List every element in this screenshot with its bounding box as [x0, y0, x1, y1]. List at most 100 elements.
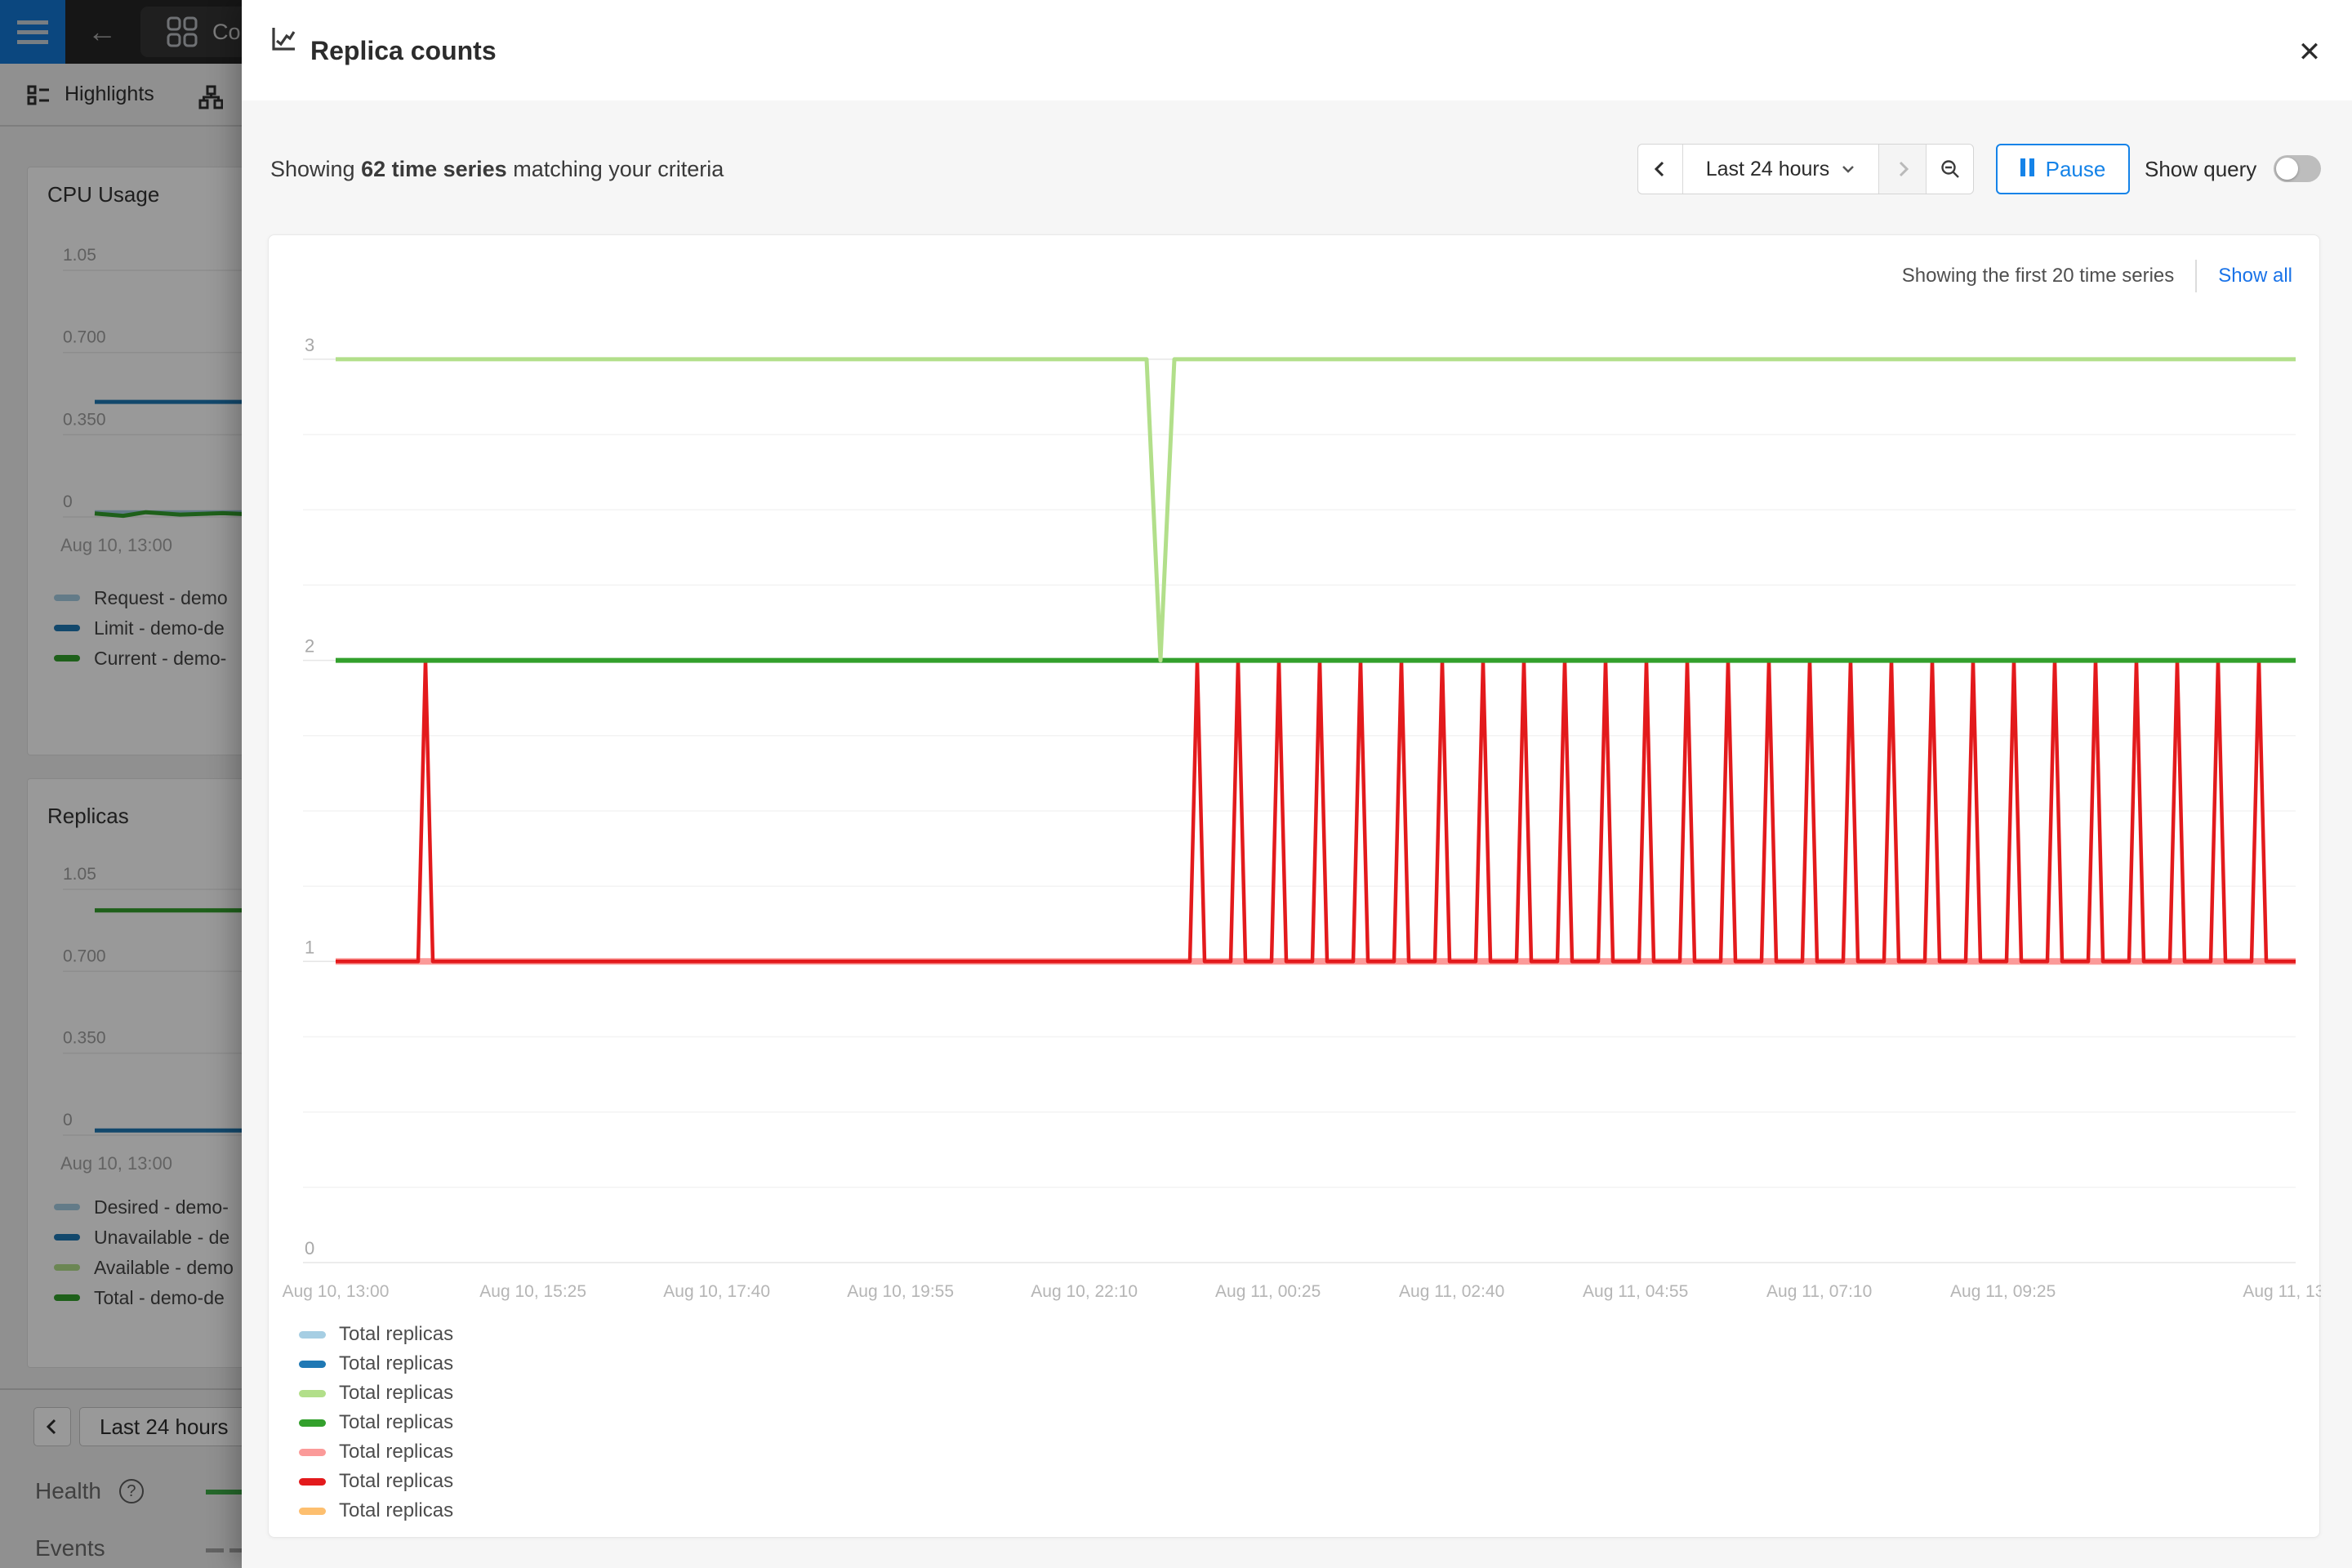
svg-text:1.05: 1.05 — [63, 246, 96, 265]
tab-bar: Highlights — [0, 64, 242, 127]
background-page: ← Co — [0, 0, 242, 1568]
svg-text:Aug 11, 02:40: Aug 11, 02:40 — [1399, 1282, 1504, 1301]
hamburger-menu-button[interactable] — [0, 0, 65, 64]
legend-label: Total replicas — [339, 1411, 453, 1434]
legend-item[interactable]: Total replicas — [299, 1354, 453, 1374]
tab-topology[interactable] — [198, 85, 223, 114]
svg-text:0: 0 — [63, 492, 73, 511]
legend-item[interactable]: Current - demo- — [54, 648, 228, 668]
health-status-bar — [206, 1490, 242, 1494]
svg-text:Aug 10, 13:00: Aug 10, 13:00 — [283, 1282, 390, 1301]
line-chart-icon — [270, 25, 297, 57]
svg-text:0.700: 0.700 — [63, 947, 106, 965]
legend-label: Request - demo — [94, 587, 228, 609]
svg-text:Aug 10, 15:25: Aug 10, 15:25 — [479, 1282, 586, 1301]
close-icon: ✕ — [2298, 36, 2322, 69]
svg-text:3: 3 — [305, 335, 314, 355]
legend-swatch — [299, 1419, 326, 1427]
legend-swatch — [299, 1390, 326, 1397]
legend-item[interactable]: Total replicas — [299, 1442, 453, 1462]
chevron-left-icon — [43, 1418, 61, 1436]
legend-item[interactable]: Total replicas — [299, 1413, 453, 1432]
legend-item[interactable]: Available - demo — [54, 1258, 234, 1277]
help-icon[interactable]: ? — [119, 1479, 144, 1503]
show-query-toggle[interactable] — [2274, 155, 2321, 182]
svg-text:0.350: 0.350 — [63, 410, 106, 429]
bg-range-button[interactable]: Last 24 hours — [79, 1407, 242, 1446]
cpu-usage-card: CPU Usage 1.050.7000.3500Aug 10, 13:00 R… — [27, 167, 242, 755]
legend-label: Total replicas — [339, 1352, 453, 1375]
pause-icon — [2020, 157, 2034, 182]
background-time-control: Last 24 hours Health ? Events — [0, 1388, 242, 1568]
svg-text:Aug 10, 22:10: Aug 10, 22:10 — [1031, 1282, 1138, 1301]
events-dash — [229, 1548, 242, 1552]
legend-item[interactable]: Unavailable - de — [54, 1227, 234, 1247]
legend-label: Total replicas — [339, 1382, 453, 1405]
pause-label: Pause — [2046, 157, 2106, 182]
legend-label: Total replicas — [339, 1323, 453, 1346]
svg-text:0.700: 0.700 — [63, 328, 106, 347]
legend-label: Total replicas — [339, 1499, 453, 1522]
chart-legend: Total replicas Total replicas Total repl… — [299, 1325, 453, 1521]
svg-text:1: 1 — [305, 937, 314, 957]
legend-label: Total - demo-de — [94, 1287, 225, 1309]
legend-item[interactable]: Total - demo-de — [54, 1288, 234, 1307]
health-row: Health ? — [35, 1478, 144, 1504]
legend-swatch — [54, 625, 80, 631]
events-dash — [206, 1548, 224, 1552]
svg-text:Aug 11, 00:25: Aug 11, 00:25 — [1215, 1282, 1321, 1301]
series-count: 62 time series — [361, 157, 507, 181]
svg-text:Aug 10, 19:55: Aug 10, 19:55 — [847, 1282, 954, 1301]
chevron-down-icon — [1841, 162, 1855, 176]
bg-range-label: Last 24 hours — [100, 1414, 229, 1440]
legend-item[interactable]: Total replicas — [299, 1383, 453, 1403]
replica-counts-plot: 0 1 2 3 Aug 10, 13:00 Aug 10, 15:25 Aug 10, 17… — [269, 235, 2321, 1539]
legend-swatch — [299, 1478, 326, 1486]
legend-item[interactable]: Total replicas — [299, 1501, 453, 1521]
legend-item[interactable]: Total replicas — [299, 1472, 453, 1491]
bg-prev-range-button[interactable] — [33, 1407, 71, 1446]
legend-swatch — [299, 1508, 326, 1515]
modal-header: Replica counts ✕ — [242, 0, 2352, 100]
svg-text:Aug 10, 13:00: Aug 10, 13:00 — [60, 1153, 172, 1174]
back-arrow-icon: ← — [87, 15, 117, 49]
app-switcher-button[interactable]: Co — [140, 7, 242, 57]
tab-highlights[interactable]: Highlights — [26, 82, 154, 107]
svg-text:0.350: 0.350 — [63, 1029, 106, 1048]
app-root: ← Co — [0, 0, 2352, 1568]
legend-item[interactable]: Request - demo — [54, 588, 228, 608]
time-range-control: Last 24 hours — [1637, 144, 1974, 194]
close-button[interactable]: ✕ — [2287, 29, 2332, 75]
legend-item[interactable]: Desired - demo- — [54, 1197, 234, 1217]
svg-text:2: 2 — [305, 636, 314, 657]
show-query-label: Show query — [2145, 157, 2256, 182]
pause-button[interactable]: Pause — [1996, 144, 2130, 194]
legend-swatch — [54, 595, 80, 601]
legend-item[interactable]: Limit - demo-de — [54, 618, 228, 638]
svg-text:0: 0 — [305, 1238, 314, 1258]
back-button[interactable]: ← — [82, 11, 122, 52]
svg-text:1.05: 1.05 — [63, 865, 96, 884]
legend-label: Available - demo — [94, 1257, 234, 1279]
health-label: Health — [35, 1478, 101, 1504]
range-dropdown[interactable]: Last 24 hours — [1682, 145, 1878, 194]
range-next-button-disabled[interactable] — [1878, 145, 1926, 194]
modal-title: Replica counts — [310, 36, 497, 66]
chevron-right-icon — [1894, 160, 1912, 178]
replica-counts-modal: Replica counts ✕ Showing 62 time series … — [242, 0, 2352, 1568]
replicas-chart: 1.050.7000.3500Aug 10, 13:00 — [28, 779, 242, 1192]
zoom-out-icon — [1940, 158, 1961, 180]
range-prev-button[interactable] — [1638, 145, 1682, 194]
legend-label: Desired - demo- — [94, 1196, 229, 1218]
legend-swatch — [299, 1331, 326, 1339]
legend-swatch — [54, 1234, 80, 1241]
zoom-out-button[interactable] — [1926, 145, 1973, 194]
legend-label: Limit - demo-de — [94, 617, 225, 639]
svg-text:Aug 10, 17:40: Aug 10, 17:40 — [663, 1282, 770, 1301]
top-bar: ← Co — [0, 0, 242, 64]
svg-text:Aug 11, 04:55: Aug 11, 04:55 — [1583, 1282, 1688, 1301]
legend-swatch — [54, 655, 80, 662]
svg-text:Aug 11, 13:00: Aug 11, 13:00 — [2243, 1282, 2321, 1301]
legend-item[interactable]: Total replicas — [299, 1325, 453, 1344]
svg-text:Aug 11, 09:25: Aug 11, 09:25 — [1950, 1282, 2056, 1301]
